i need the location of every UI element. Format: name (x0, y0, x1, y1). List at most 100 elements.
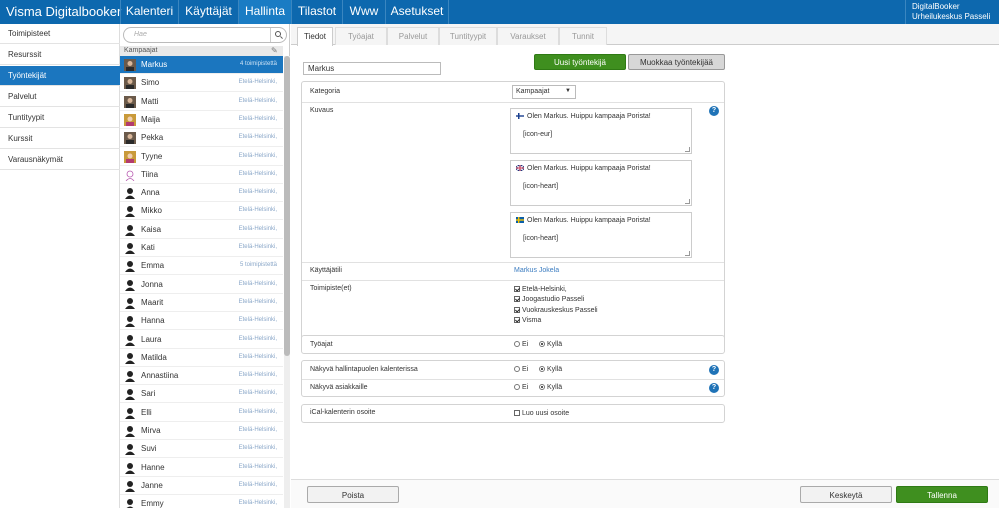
resize-grip-icon[interactable] (685, 147, 690, 152)
employee-list-item[interactable]: Emmy Etelä-Helsinki, (120, 495, 283, 508)
silhouette-icon (124, 407, 136, 419)
help-icon[interactable]: ? (709, 106, 719, 116)
employee-list-item[interactable]: Tiina Etelä-Helsinki, (120, 166, 283, 184)
worktime-no-option[interactable]: Ei (514, 341, 528, 348)
employee-list-item[interactable]: Pekka Etelä-Helsinki, (120, 129, 283, 148)
nav-tilastot[interactable]: Tilastot (292, 0, 342, 24)
employee-list-item[interactable]: Markus 4 toimipistettä (120, 56, 283, 74)
sidebar-item-resurssit[interactable]: Resurssit (0, 45, 120, 65)
employee-list-item[interactable]: Anna Etelä-Helsinki, (120, 184, 283, 203)
sidebar-item-tyontekijat[interactable]: Työntekijät (0, 66, 120, 86)
description-textarea-sv[interactable]: Olen Markus. Huippu kampaaja Porista! [i… (510, 212, 692, 258)
silhouette-icon (124, 187, 136, 200)
nav-asetukset[interactable]: Asetukset (386, 0, 448, 24)
employee-list-item[interactable]: Sari Etelä-Helsinki, (120, 385, 283, 404)
new-employee-button[interactable]: Uusi työntekijä (534, 54, 626, 70)
nav-kayttajat[interactable]: Käyttäjät (179, 0, 238, 24)
checkbox[interactable] (514, 410, 520, 417)
resize-grip-icon[interactable] (685, 251, 690, 256)
employee-location: Etelä-Helsinki, (238, 481, 277, 488)
employee-list-item[interactable]: Maija Etelä-Helsinki, (120, 111, 283, 129)
location-option[interactable]: Visma (514, 317, 541, 324)
employee-list-item[interactable]: Simo Etelä-Helsinki, (120, 74, 283, 93)
cancel-button[interactable]: Keskeytä (800, 486, 892, 503)
description-textarea-en[interactable]: Olen Markus. Huippu kampaaja Porista! [i… (510, 160, 692, 206)
sidebar-item-tuntityypit[interactable]: Tuntityypit (0, 108, 120, 128)
tab-palvelut[interactable]: Palvelut (387, 27, 439, 45)
nav-www[interactable]: Www (343, 0, 385, 24)
admin-calendar-yes-option[interactable]: Kyllä (539, 366, 562, 373)
location-option[interactable]: Etelä-Helsinki, (514, 286, 567, 293)
worktime-yes-option[interactable]: Kyllä (539, 341, 562, 348)
radio-button[interactable] (514, 384, 520, 391)
checkbox[interactable] (514, 296, 520, 303)
checkbox[interactable] (514, 317, 520, 324)
employee-list-item[interactable]: Elli Etelä-Helsinki, (120, 404, 283, 422)
checkbox[interactable] (514, 307, 520, 314)
app-brand[interactable]: Visma Digitalbooker (6, 4, 121, 19)
radio-button[interactable] (539, 384, 545, 391)
sidebar-item-palvelut[interactable]: Palvelut (0, 87, 120, 107)
sidebar-item-kurssit[interactable]: Kurssit (0, 129, 120, 149)
employee-list-item[interactable]: Jonna Etelä-Helsinki, (120, 276, 283, 294)
employee-list-item[interactable]: Mikko Etelä-Helsinki, (120, 202, 283, 221)
employee-list-item[interactable]: Maarit Etelä-Helsinki, (120, 294, 283, 312)
employee-list-item[interactable]: Tyyne Etelä-Helsinki, (120, 148, 283, 166)
pencil-icon[interactable]: ✎ (271, 47, 279, 55)
help-icon[interactable]: ? (709, 383, 719, 393)
location-option[interactable]: Joogastudio Passeli (514, 296, 584, 303)
silhouette-icon (124, 498, 136, 508)
employee-name-input[interactable] (303, 62, 441, 75)
search-input[interactable]: Hae (134, 31, 147, 38)
sidebar-item-varausnakymat[interactable]: Varausnäkymät (0, 150, 120, 170)
scrollbar[interactable] (284, 56, 290, 508)
checkbox[interactable] (514, 286, 520, 293)
category-value: Kampaajat (516, 88, 550, 95)
radio-button[interactable] (514, 341, 520, 348)
category-select[interactable]: Kampaajat ▼ (512, 85, 576, 99)
admin-calendar-no-option[interactable]: Ei (514, 366, 528, 373)
employee-list-item[interactable]: Emma 5 toimipistettä (120, 257, 283, 276)
help-icon[interactable]: ? (709, 365, 719, 375)
tab-tuntityypit[interactable]: Tuntityypit (439, 27, 497, 45)
divider (302, 102, 724, 103)
customers-visible-yes-option[interactable]: Kyllä (539, 384, 562, 391)
tab-tiedot[interactable]: Tiedot (297, 27, 333, 46)
sidebar-item-toimipisteet[interactable]: Toimipisteet (0, 24, 120, 44)
nav-kalenteri[interactable]: Kalenteri (121, 0, 178, 24)
account-link[interactable]: Markus Jokela (514, 267, 559, 274)
save-button[interactable]: Tallenna (896, 486, 988, 503)
employee-list-item[interactable]: Hanna Etelä-Helsinki, (120, 312, 283, 331)
customers-visible-no-option[interactable]: Ei (514, 384, 528, 391)
employee-list-item[interactable]: Matti Etelä-Helsinki, (120, 93, 283, 111)
employee-list-item[interactable]: Suvi Etelä-Helsinki, (120, 440, 283, 459)
employee-location: Etelä-Helsinki, (238, 207, 277, 214)
employee-list-item[interactable]: Mirva Etelä-Helsinki, (120, 422, 283, 440)
radio-button[interactable] (539, 341, 545, 348)
user-menu[interactable]: DigitalBooker Urheilukeskus Passeli (912, 2, 990, 22)
edit-employee-button[interactable]: Muokkaa työntekijää (628, 54, 725, 70)
search-box[interactable]: Hae (123, 27, 287, 43)
nav-hallinta[interactable]: Hallinta (239, 0, 291, 24)
ical-create-option[interactable]: Luo uusi osoite (514, 410, 569, 417)
tab-varaukset[interactable]: Varaukset (497, 27, 559, 45)
radio-button[interactable] (539, 366, 545, 373)
description-textarea-fi[interactable]: Olen Markus. Huippu kampaaja Porista! [i… (510, 108, 692, 154)
silhouette-icon (124, 425, 136, 437)
location-option[interactable]: Vuokrauskeskus Passeli (514, 307, 598, 314)
employee-list-item[interactable]: Hanne Etelä-Helsinki, (120, 459, 283, 477)
employee-list-item[interactable]: Kaisa Etelä-Helsinki, (120, 221, 283, 239)
scrollbar-thumb[interactable] (284, 56, 290, 356)
employee-list-item[interactable]: Kati Etelä-Helsinki, (120, 239, 283, 257)
search-icon[interactable] (270, 28, 286, 42)
radio-button[interactable] (514, 366, 520, 373)
employee-list-item[interactable]: Janne Etelä-Helsinki, (120, 477, 283, 495)
tab-tyoajat[interactable]: Työajat (335, 27, 387, 45)
employee-list-item[interactable]: Annastiina Etelä-Helsinki, (120, 367, 283, 386)
delete-button[interactable]: Poista (307, 486, 399, 503)
resize-grip-icon[interactable] (685, 199, 690, 204)
tab-tunnit[interactable]: Tunnit (559, 27, 607, 45)
employee-list-item[interactable]: Laura Etelä-Helsinki, (120, 331, 283, 349)
employee-list-item[interactable]: Matilda Etelä-Helsinki, (120, 349, 283, 367)
employee-name: Anna (141, 188, 160, 198)
